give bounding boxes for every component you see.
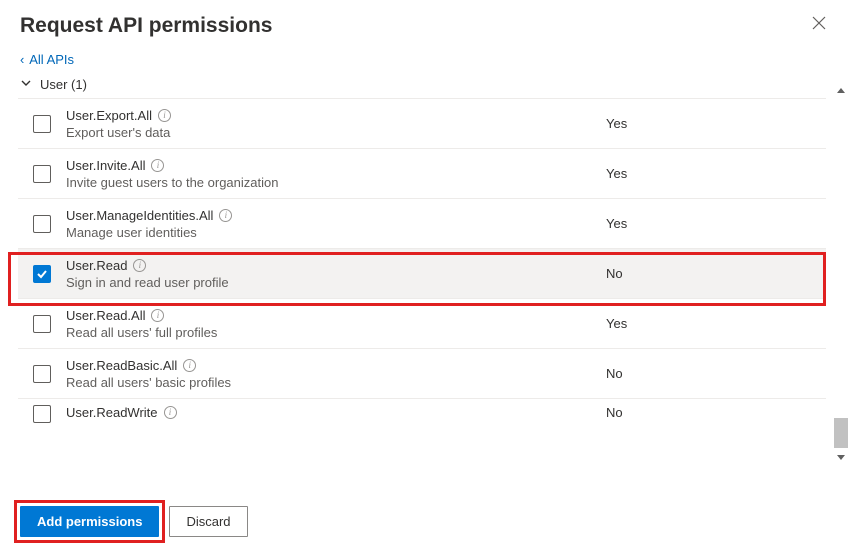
permission-row[interactable]: User.ReadBasic.All i Read all users' basic…: [18, 348, 826, 398]
permission-checkbox[interactable]: [33, 405, 51, 423]
add-permissions-button[interactable]: Add permissions: [20, 506, 159, 537]
permission-row[interactable]: User.Invite.All i Invite guest users to th…: [18, 148, 826, 198]
admin-consent-value: Yes: [606, 316, 826, 331]
permission-desc: Read all users' full profiles: [66, 325, 606, 340]
page-title: Request API permissions: [20, 14, 272, 38]
permission-checkbox[interactable]: [33, 315, 51, 333]
permission-name: User.ReadWrite: [66, 405, 158, 420]
admin-consent-value: No: [606, 366, 826, 381]
chevron-down-icon: [20, 77, 32, 92]
scrollbar-thumb[interactable]: [834, 418, 848, 448]
permission-name: User.Read: [66, 258, 127, 273]
admin-consent-value: Yes: [606, 216, 826, 231]
discard-button[interactable]: Discard: [169, 506, 247, 537]
admin-consent-value: No: [606, 405, 826, 420]
admin-consent-value: No: [606, 266, 826, 281]
scrollbar[interactable]: [832, 85, 850, 463]
permissions-scroll-area: User (1) User.Export.All i Export user's d…: [0, 71, 852, 447]
permission-checkbox[interactable]: [33, 165, 51, 183]
permission-desc: Read all users' basic profiles: [66, 375, 606, 390]
footer: Add permissions Discard: [0, 488, 852, 555]
permission-desc: Manage user identities: [66, 225, 606, 240]
permission-name: User.ManageIdentities.All: [66, 208, 213, 223]
info-icon[interactable]: i: [183, 359, 196, 372]
permission-row[interactable]: User.Read.All i Read all users' full profi…: [18, 298, 826, 348]
scroll-up-icon[interactable]: [837, 88, 845, 93]
close-icon[interactable]: [806, 14, 832, 37]
permission-row[interactable]: User.ManageIdentities.All i Manage user id…: [18, 198, 826, 248]
permission-checkbox[interactable]: [33, 115, 51, 133]
group-header-user[interactable]: User (1): [0, 71, 852, 98]
permission-name: User.Invite.All: [66, 158, 145, 173]
permission-row[interactable]: User.Read i Sign in and read user profileN…: [18, 248, 826, 298]
scroll-down-icon[interactable]: [837, 455, 845, 460]
permission-name: User.Export.All: [66, 108, 152, 123]
permission-row[interactable]: User.ReadWrite i No: [18, 398, 826, 426]
back-link-label: All APIs: [29, 52, 74, 67]
permission-row[interactable]: User.Export.All i Export user's dataYes: [18, 98, 826, 148]
admin-consent-value: Yes: [606, 166, 826, 181]
permission-checkbox[interactable]: [33, 365, 51, 383]
group-label: User (1): [40, 77, 87, 92]
info-icon[interactable]: i: [151, 309, 164, 322]
info-icon[interactable]: i: [164, 406, 177, 419]
info-icon[interactable]: i: [133, 259, 146, 272]
permission-desc: Export user's data: [66, 125, 606, 140]
permission-desc: Sign in and read user profile: [66, 275, 606, 290]
scrollbar-track[interactable]: [834, 96, 848, 452]
permission-checkbox[interactable]: [33, 265, 51, 283]
back-link-all-apis[interactable]: ‹ All APIs: [0, 46, 852, 71]
info-icon[interactable]: i: [151, 159, 164, 172]
chevron-left-icon: ‹: [20, 52, 24, 67]
permission-checkbox[interactable]: [33, 215, 51, 233]
permission-desc: Invite guest users to the organization: [66, 175, 606, 190]
info-icon[interactable]: i: [158, 109, 171, 122]
info-icon[interactable]: i: [219, 209, 232, 222]
admin-consent-value: Yes: [606, 116, 826, 131]
permission-name: User.ReadBasic.All: [66, 358, 177, 373]
permission-name: User.Read.All: [66, 308, 145, 323]
